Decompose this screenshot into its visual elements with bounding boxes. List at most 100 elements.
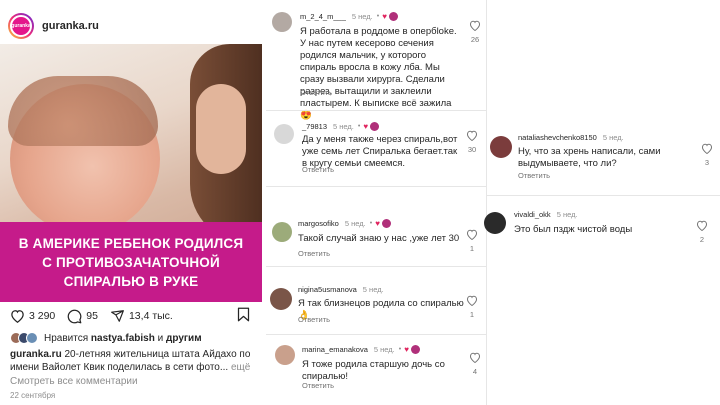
comment-like[interactable]: 4 (468, 352, 482, 376)
author-liked-heart-icon: ♥ (363, 122, 369, 131)
screenshot-divider (486, 0, 487, 405)
more-dots-icon[interactable]: • (377, 13, 379, 20)
reply-button[interactable]: Ответить (302, 381, 334, 390)
author-avatar-mini (388, 12, 398, 21)
comment-time: 5 нед. (373, 345, 395, 354)
comments-count: 95 (86, 310, 98, 322)
heart-icon (469, 20, 481, 31)
comment-username[interactable]: vivaldi_okk (514, 210, 551, 219)
heart-icon (701, 143, 713, 154)
author-avatar-mini (370, 122, 380, 131)
comment-like[interactable]: 1 (465, 229, 479, 253)
liker-avatar (26, 332, 38, 344)
liked-by-text: Нравится nastya.fabish и другим (44, 332, 202, 344)
comment-like-count: 1 (469, 244, 475, 253)
comment-text: Это был пздж чистой воды (514, 224, 633, 235)
comment-time: 5 нед. (602, 133, 624, 142)
reply-button[interactable]: Ответить (302, 165, 334, 174)
comment-time: 5 нед. (344, 219, 366, 228)
comment-avatar[interactable] (274, 124, 294, 144)
reply-button[interactable]: Ответить (298, 315, 330, 324)
comment-avatar[interactable] (275, 345, 295, 365)
reply-button[interactable]: Ответить (518, 171, 550, 180)
screenshot-divider (266, 266, 486, 267)
post-caption: guranka.ru 20-летняя жительница штата Ай… (10, 348, 255, 374)
comment-like[interactable]: 30 (465, 130, 479, 154)
photo-baby-hair (8, 76, 158, 146)
comment-username[interactable]: nataliashevchenko8150 (518, 133, 597, 142)
comment-header: margosofiko 5 нед. • ♥ (298, 219, 391, 228)
comment-like-count: 3 (704, 158, 710, 167)
post-date: 22 сентября (10, 391, 56, 400)
comment-header: nigina5usmanova 5 нед. (298, 285, 384, 294)
comment-action[interactable]: 95 (67, 309, 98, 324)
instagram-post: guranka guranka.ru В АМЕРИКЕ РЕБЕНОК РОД… (0, 0, 262, 405)
avatar-logo: guranka (10, 15, 32, 37)
more-dots-icon[interactable]: • (370, 220, 372, 227)
comment-text: Я работала в роддоме в опербloke. У нас … (300, 26, 457, 121)
comment-time: 5 нед. (362, 285, 384, 294)
comment-like[interactable]: 26 (468, 20, 482, 44)
comment-header: m_2_4_m___ 5 нед. • ♥ (300, 12, 398, 21)
reply-button[interactable]: Ответить (300, 88, 332, 97)
comment-header: vivaldi_okk 5 нед. (514, 210, 578, 219)
comment-like-count: 1 (469, 310, 475, 319)
comment-text: Такой случай знаю у нас ,уже лет 30 (298, 233, 460, 244)
heart-icon (696, 220, 708, 231)
comment-like-count: 26 (470, 35, 480, 44)
comment-avatar[interactable] (272, 12, 292, 32)
comment-like-count: 2 (699, 235, 705, 244)
view-all-comments-link[interactable]: Смотреть все комментарии (10, 376, 138, 387)
like-action[interactable]: 3 290 (10, 309, 55, 323)
photo-mother-face (196, 84, 246, 174)
comment-time: 5 нед. (556, 210, 578, 219)
comment-text: Ну, что за хрень написали, сами выдумыва… (518, 146, 661, 169)
comment-username[interactable]: m_2_4_m___ (300, 12, 346, 21)
comment-avatar[interactable] (490, 136, 512, 158)
comment-like-count: 30 (467, 145, 477, 154)
comment-like[interactable]: 2 (695, 220, 709, 244)
post-avatar[interactable]: guranka (8, 13, 34, 39)
heart-icon (11, 310, 24, 323)
post-image[interactable]: В АМЕРИКЕ РЕБЕНОК РОДИЛСЯ С ПРОТИВОЗАЧАТ… (0, 44, 262, 302)
reply-button[interactable]: Ответить (298, 249, 330, 258)
caption-more-link[interactable]: ещё (231, 362, 250, 373)
author-avatar-mini (381, 219, 391, 228)
author-avatar-mini (410, 345, 420, 354)
comment-icon (68, 309, 82, 323)
shares-count: 13,4 тыс. (128, 310, 173, 322)
post-header: guranka guranka.ru (8, 12, 99, 40)
post-actions: 3 290 95 13,4 тыс. (10, 307, 254, 325)
comment-header: nataliashevchenko8150 5 нед. (518, 133, 624, 142)
comment-username[interactable]: margosofiko (298, 219, 339, 228)
comment-header: marina_emanakova 5 нед. • ♥ (302, 345, 420, 354)
more-dots-icon[interactable]: • (399, 346, 401, 353)
comment-username[interactable]: nigina5usmanova (298, 285, 357, 294)
comment-username[interactable]: _79813 (302, 122, 327, 131)
post-banner: В АМЕРИКЕ РЕБЕНОК РОДИЛСЯ С ПРОТИВОЗАЧАТ… (0, 222, 262, 302)
caption-username[interactable]: guranka.ru (10, 349, 62, 360)
bookmark-icon (237, 307, 250, 322)
comment-like[interactable]: 1 (465, 295, 479, 319)
comment-avatar[interactable] (484, 212, 506, 234)
comment-avatar[interactable] (270, 288, 292, 310)
comment-username[interactable]: marina_emanakova (302, 345, 368, 354)
comment-time: 5 нед. (333, 122, 354, 131)
comment-time: 5 нед. (351, 12, 373, 21)
comment-avatar[interactable] (272, 222, 292, 242)
bookmark-button[interactable] (237, 307, 250, 327)
more-dots-icon[interactable]: • (358, 123, 360, 130)
heart-icon (469, 352, 481, 363)
author-liked-heart-icon: ♥ (404, 345, 409, 354)
banner-text: В АМЕРИКЕ РЕБЕНОК РОДИЛСЯ С ПРОТИВОЗАЧАТ… (18, 235, 244, 289)
comment-like-count: 4 (472, 367, 478, 376)
heart-icon (466, 295, 478, 306)
comment-text: Я тоже родила старшую дочь со спиралью! (302, 359, 445, 382)
author-liked-heart-icon: ♥ (375, 219, 380, 228)
liked-by[interactable]: Нравится nastya.fabish и другим (10, 332, 202, 344)
post-username[interactable]: guranka.ru (42, 20, 99, 32)
comment-header: _79813 5 нед. • ♥ (302, 122, 380, 131)
comment-like[interactable]: 3 (700, 143, 714, 167)
screenshot-divider (266, 334, 486, 335)
share-action[interactable]: 13,4 тыс. (110, 309, 173, 323)
